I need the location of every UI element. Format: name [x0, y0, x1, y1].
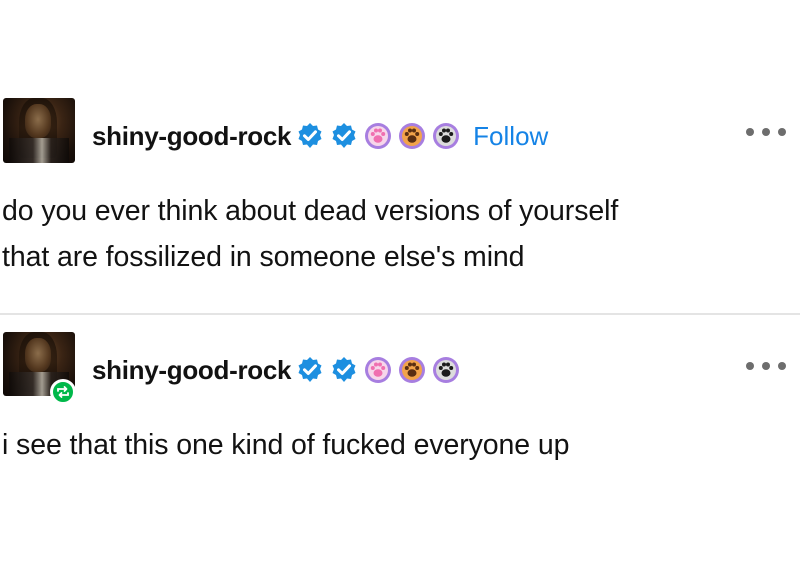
verified-checkmark-icon[interactable]	[295, 355, 325, 385]
post-header: shiny-good-rock	[92, 116, 548, 156]
post-text-line: do you ever think about dead versions of…	[2, 195, 619, 227]
blog-name-link[interactable]: shiny-good-rock	[92, 121, 291, 152]
blog-badges	[295, 355, 465, 385]
black-paw-icon[interactable]	[431, 355, 461, 385]
pink-paw-icon[interactable]	[363, 121, 393, 151]
more-options-icon[interactable]	[746, 124, 786, 140]
verified-checkmark-icon[interactable]	[295, 121, 325, 151]
post-text-line: that are fossilized in someone else's mi…	[2, 241, 525, 273]
brown-paw-icon[interactable]	[397, 355, 427, 385]
pink-paw-icon[interactable]	[363, 355, 393, 385]
post-header: shiny-good-rock	[92, 350, 465, 390]
post-text: do you ever think about dead versions of…	[2, 188, 618, 280]
avatar[interactable]	[3, 98, 75, 163]
more-options-icon[interactable]	[746, 358, 786, 374]
verified-checkmark-icon[interactable]	[329, 355, 359, 385]
follow-button[interactable]: Follow	[473, 121, 548, 152]
post-divider	[0, 313, 800, 315]
blog-name-link[interactable]: shiny-good-rock	[92, 355, 291, 386]
blog-badges	[295, 121, 465, 151]
verified-checkmark-icon[interactable]	[329, 121, 359, 151]
post-text-line: i see that this one kind of fucked every…	[2, 429, 570, 461]
reblog-icon	[50, 379, 76, 405]
post-text: i see that this one kind of fucked every…	[2, 422, 569, 468]
brown-paw-icon[interactable]	[397, 121, 427, 151]
black-paw-icon[interactable]	[431, 121, 461, 151]
